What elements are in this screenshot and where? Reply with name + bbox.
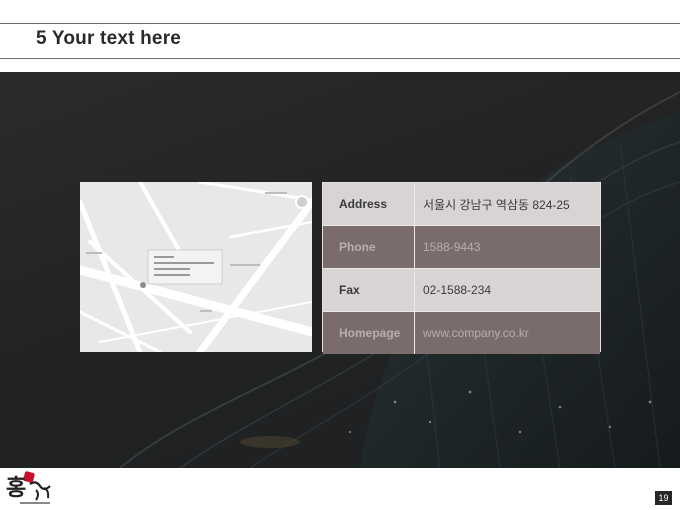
map-streets (80, 182, 312, 352)
logo-brush-icon (20, 481, 51, 504)
contact-row-address: Address 서울시 강남구 역삼동 824-25 (323, 183, 600, 225)
contact-label: Phone (323, 226, 415, 268)
contact-value: 1588-9443 (423, 240, 481, 254)
header-rule-top (0, 23, 680, 24)
header: 5 Your text here (0, 0, 680, 72)
contact-label: Address (323, 183, 415, 225)
contact-info-table: Address 서울시 강남구 역삼동 824-25 Phone 1588-94… (322, 182, 601, 354)
company-logo: 홍 (6, 470, 58, 508)
contact-value: 서울시 강남구 역삼동 824-25 (423, 197, 570, 212)
contact-label: Homepage (323, 312, 415, 354)
page-number: 19 (655, 491, 672, 505)
contact-label: Fax (323, 269, 415, 311)
contact-row-fax: Fax 02-1588-234 (323, 268, 600, 311)
page-title: 5 Your text here (36, 28, 182, 49)
hero-background-image: Address 서울시 강남구 역삼동 824-25 Phone 1588-94… (0, 72, 680, 468)
homepage-link[interactable]: www.company.co.kr (415, 312, 600, 354)
header-rule-bottom (0, 58, 680, 59)
contact-row-homepage[interactable]: Homepage www.company.co.kr (323, 311, 600, 354)
contact-row-phone: Phone 1588-9443 (323, 225, 600, 268)
contact-value: 02-1588-234 (423, 283, 492, 297)
location-map[interactable] (80, 182, 312, 352)
